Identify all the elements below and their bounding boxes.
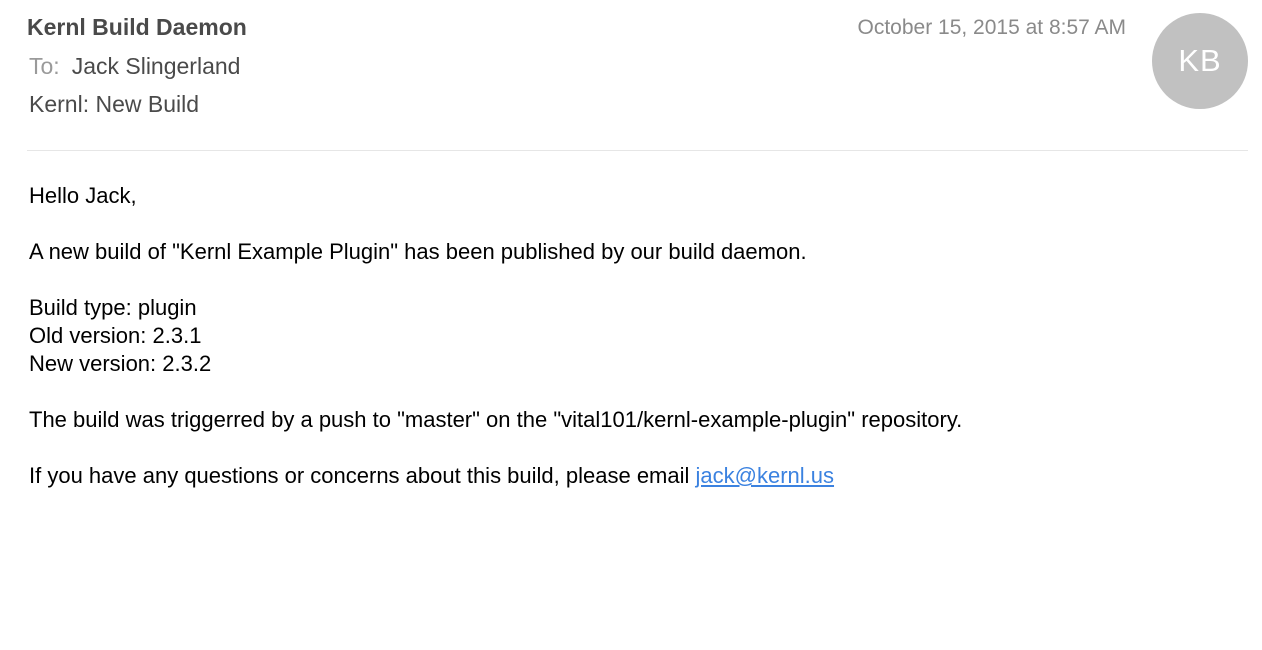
email-date: October 15, 2015 at 8:57 AM [857, 16, 1126, 39]
trigger-paragraph: The build was triggerred by a push to "m… [29, 407, 963, 432]
contact-text: If you have any questions or concerns ab… [29, 463, 696, 488]
email-body: Hello Jack, A new build of "Kernl Exampl… [29, 182, 962, 518]
contact-email-link[interactable]: jack@kernl.us [696, 463, 835, 488]
build-type-line: Build type: plugin [29, 295, 197, 320]
recipient-line: To: Jack Slingerland [29, 51, 240, 81]
to-label: To: [29, 53, 60, 79]
old-version-line: Old version: 2.3.1 [29, 323, 202, 348]
contact-paragraph: If you have any questions or concerns ab… [29, 462, 962, 490]
sender-name[interactable]: Kernl Build Daemon [27, 12, 247, 42]
new-version-line: New version: 2.3.2 [29, 351, 212, 376]
email-subject: Kernl: New Build [29, 91, 200, 117]
recipient-name[interactable]: Jack Slingerland [72, 53, 241, 79]
greeting: Hello Jack, [29, 183, 137, 208]
header-divider [27, 150, 1248, 151]
avatar-initials: KB [1178, 43, 1222, 78]
build-details: Build type: plugin Old version: 2.3.1 Ne… [29, 294, 962, 378]
avatar[interactable]: KB [1152, 13, 1248, 109]
intro-paragraph: A new build of "Kernl Example Plugin" ha… [29, 239, 807, 264]
